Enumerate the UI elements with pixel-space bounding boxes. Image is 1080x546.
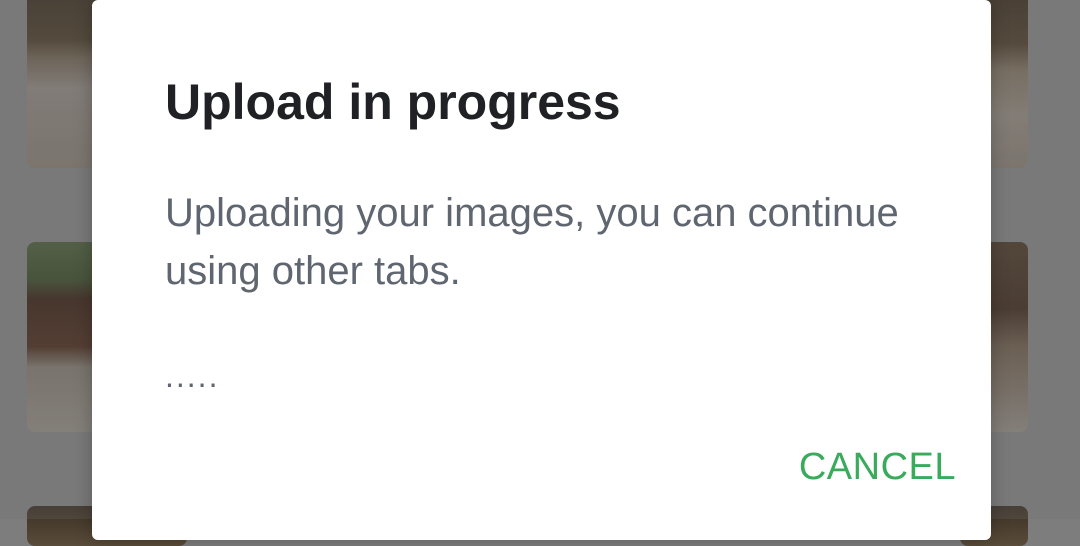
progress-indicator: ..... bbox=[165, 358, 220, 394]
dialog-message: Uploading your images, you can continue … bbox=[165, 191, 899, 293]
upload-progress-dialog: Upload in progress Uploading your images… bbox=[92, 0, 991, 540]
cancel-button[interactable]: CANCEL bbox=[784, 438, 964, 496]
dialog-title: Upload in progress bbox=[165, 74, 621, 130]
